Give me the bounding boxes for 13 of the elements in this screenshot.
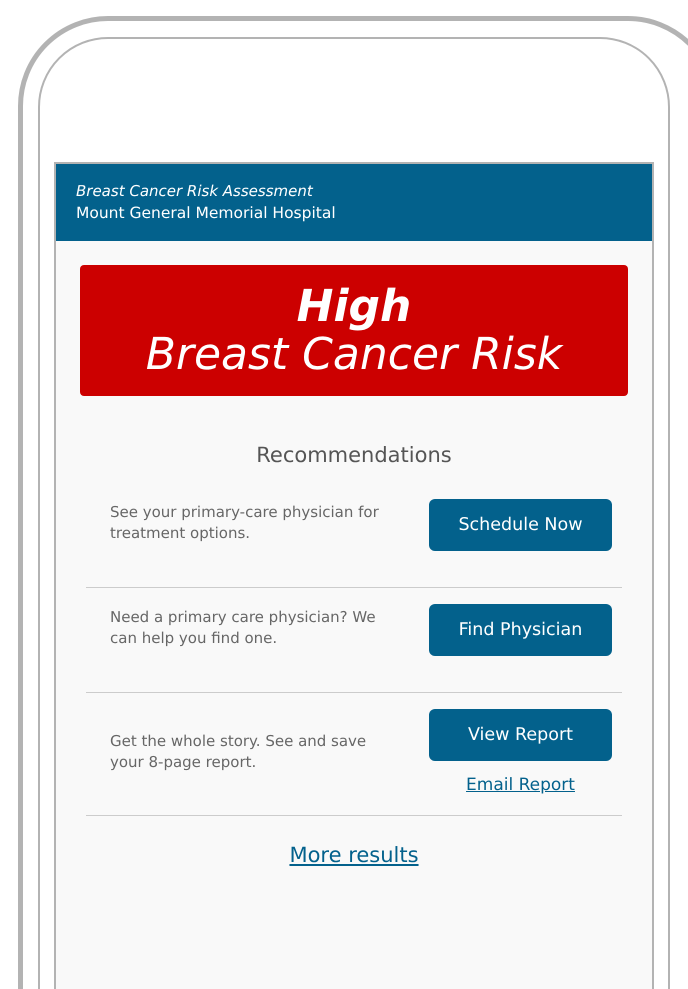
recommendation-text: See your primary-care physician for treatment options. xyxy=(110,502,380,544)
action-button[interactable]: View Report xyxy=(429,709,612,762)
recommendation-text: Need a primary care physician? We can help you find one. xyxy=(110,607,377,650)
risk-level: High xyxy=(296,283,412,332)
section-title: Recommendations xyxy=(255,442,453,469)
hospital-name: Mount General Memorial Hospital xyxy=(76,203,337,224)
email-report-link[interactable]: Email Report xyxy=(466,773,575,799)
recommendation-text: Get the whole story. See and save your 8-page report. xyxy=(110,731,368,774)
action-button[interactable]: Schedule Now xyxy=(429,499,612,552)
more-results-link[interactable]: More results xyxy=(289,842,419,867)
risk-label: Breast Cancer Risk xyxy=(144,331,564,380)
app-title: Breast Cancer Risk Assessment xyxy=(76,181,314,202)
action-button[interactable]: Find Physician xyxy=(429,604,612,656)
